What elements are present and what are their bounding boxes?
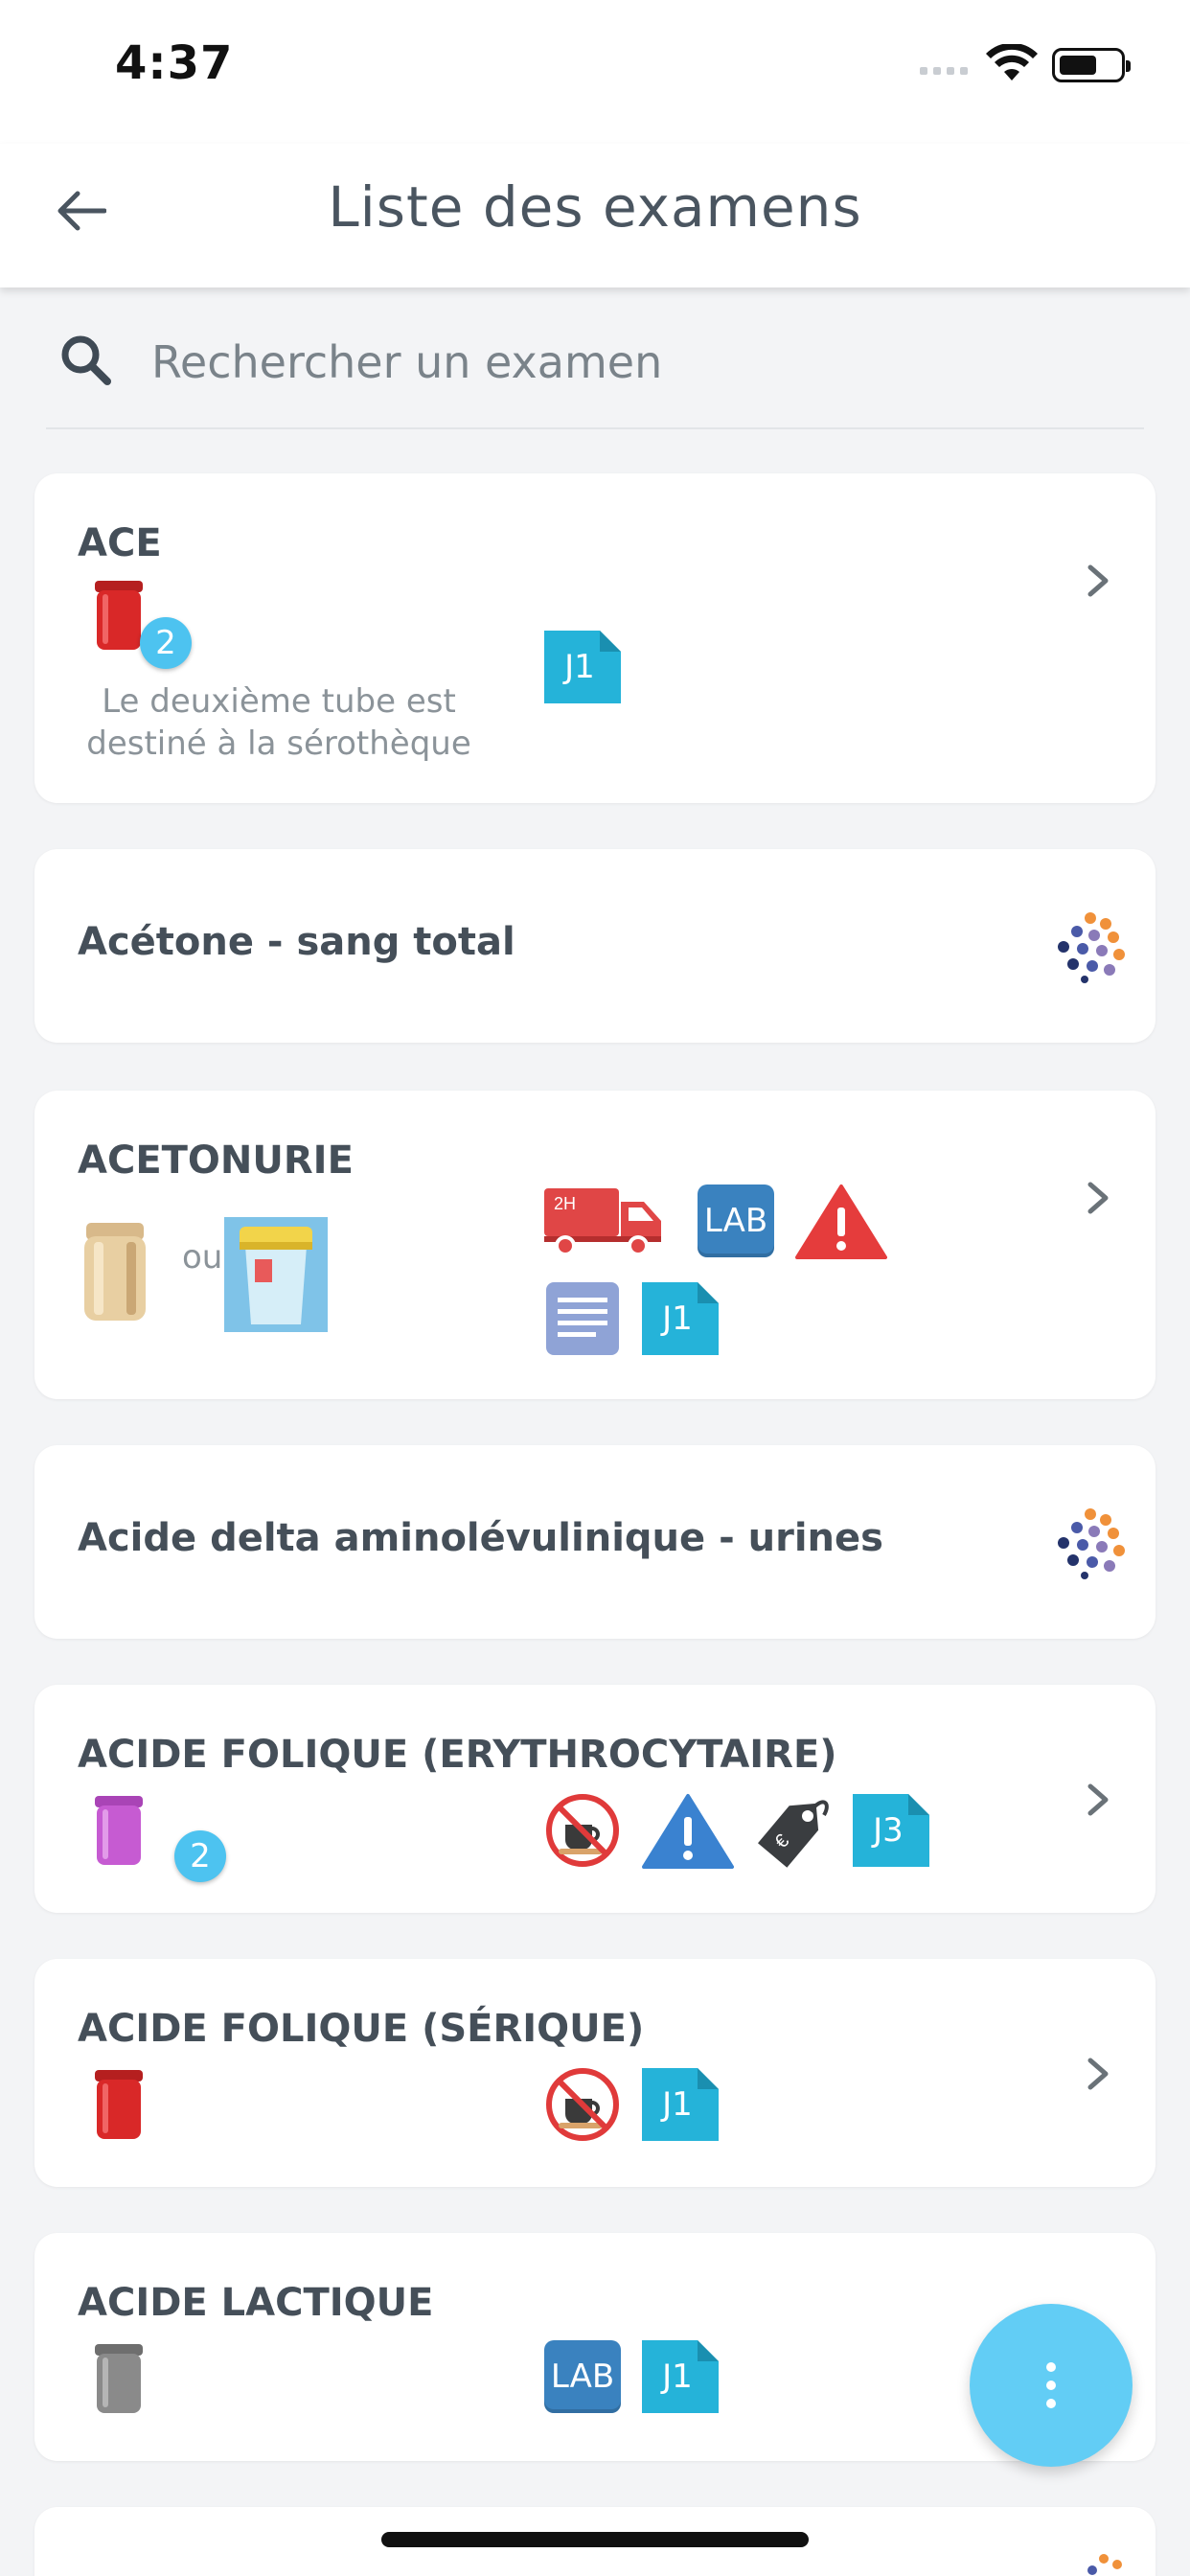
exam-name: ACETONURIE: [78, 1138, 354, 1183]
exam-card-acide-folique-erythro[interactable]: ACIDE FOLIQUE (ERYTHROCYTAIRE) 2 € J3: [34, 1685, 1156, 1913]
or-label: ou: [182, 1238, 223, 1276]
tube-count-badge: 2: [140, 617, 192, 669]
warning-icon: [795, 1184, 887, 1259]
more-options-fab[interactable]: [970, 2304, 1133, 2467]
exam-name: ACIDE FOLIQUE (SÉRIQUE): [78, 2007, 645, 2051]
battery-icon: [1052, 48, 1131, 82]
search-bar: [46, 297, 1144, 429]
exam-card-acide-folique-serique[interactable]: ACIDE FOLIQUE (SÉRIQUE) J1: [34, 1959, 1156, 2187]
exam-card-acetonurie[interactable]: ACETONURIE ou 2H LAB J1: [34, 1091, 1156, 1399]
chevron-right-icon: [1087, 564, 1109, 597]
app-header: Liste des examens: [0, 144, 1190, 288]
red-tube-icon: [95, 581, 143, 650]
delay-j3-icon: J3: [853, 1794, 929, 1867]
fasting-no-food-icon: [546, 2068, 619, 2141]
external-lab-logo-icon: [1087, 2554, 1122, 2575]
exam-note: Le deuxième tube est destiné à la séroth…: [86, 682, 471, 763]
transport-truck-2h-icon: 2H: [544, 1188, 661, 1256]
delay-j1-icon: J1: [642, 2068, 719, 2141]
chevron-right-icon: [1087, 1783, 1109, 1816]
exam-name: ACE: [78, 521, 162, 565]
exam-name: Acétone - sang total: [78, 920, 515, 964]
page-title: Liste des examens: [328, 174, 862, 240]
exam-name: ACIDE FOLIQUE (ERYTHROCYTAIRE): [78, 1733, 837, 1777]
delay-j1-icon: J1: [642, 2340, 719, 2413]
status-bar: 4:37: [0, 0, 1190, 144]
tube-count-badge: 2: [174, 1830, 226, 1882]
price-tag-icon: €: [758, 1800, 829, 1868]
warning-icon: [642, 1794, 734, 1869]
exam-card-acetone[interactable]: Acétone - sang total: [34, 849, 1156, 1043]
exam-name: ACIDE LACTIQUE: [78, 2281, 434, 2325]
search-icon: [61, 335, 111, 385]
transport-time-label: 2H: [554, 1194, 576, 1213]
exam-card-acide-delta[interactable]: Acide delta aminolévulinique - urines: [34, 1445, 1156, 1639]
wifi-icon: [986, 44, 1038, 80]
delay-j1-icon: J1: [642, 1282, 719, 1355]
document-icon: [546, 1282, 619, 1355]
external-lab-logo-icon: [1058, 912, 1125, 983]
dot: [1046, 2399, 1056, 2408]
beige-tube-icon: [84, 1223, 146, 1321]
dot: [1046, 2362, 1056, 2372]
chevron-right-icon: [1087, 2058, 1109, 2090]
fasting-no-food-icon: [546, 1794, 619, 1867]
dot: [1046, 2380, 1056, 2390]
home-indicator: [381, 2532, 809, 2547]
lab-icon: LAB: [544, 2340, 621, 2413]
status-time: 4:37: [115, 36, 234, 90]
red-tube-icon: [95, 2070, 143, 2139]
gray-tube-icon: [95, 2344, 143, 2413]
urine-cup-icon: [224, 1217, 328, 1332]
cellular-signal-icon: [920, 67, 968, 75]
chevron-right-icon: [1087, 1182, 1109, 1214]
external-lab-logo-icon: [1058, 1508, 1125, 1579]
search-input[interactable]: [151, 324, 1110, 401]
exam-name: Acide delta aminolévulinique - urines: [78, 1516, 883, 1560]
delay-j1-icon: J1: [544, 631, 621, 703]
purple-tube-icon: [95, 1796, 143, 1865]
exam-card-ace[interactable]: ACE 2 Le deuxième tube est destiné à la …: [34, 473, 1156, 803]
lab-icon: LAB: [698, 1184, 774, 1257]
